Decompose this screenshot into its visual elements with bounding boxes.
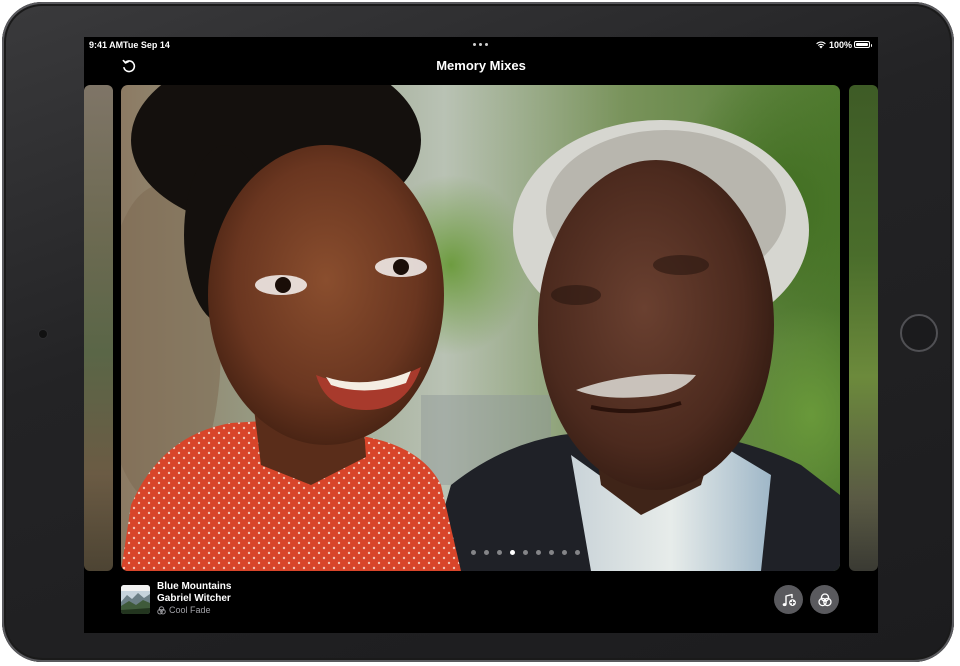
- music-button[interactable]: [774, 585, 803, 614]
- memory-looks-button[interactable]: [810, 585, 839, 614]
- page-dot[interactable]: [548, 550, 554, 555]
- memory-look: Cool Fade: [157, 605, 211, 615]
- page-dot[interactable]: [483, 550, 489, 555]
- page-dot[interactable]: [496, 550, 502, 555]
- song-title: Blue Mountains: [157, 581, 232, 592]
- screen: 9:41 AM Tue Sep 14 100% Memory Mixes Blu…: [84, 37, 878, 633]
- wifi-icon: [816, 41, 826, 49]
- ipad-device: 9:41 AM Tue Sep 14 100% Memory Mixes Blu…: [2, 2, 954, 662]
- page-dot[interactable]: [535, 550, 541, 555]
- home-button[interactable]: [900, 314, 938, 352]
- three-circles-filter-icon: [817, 592, 832, 606]
- memory-photo[interactable]: [121, 85, 840, 571]
- battery-icon: [854, 41, 872, 48]
- page-dot[interactable]: [574, 550, 580, 555]
- three-circles-filter-icon: [157, 605, 166, 614]
- page-dot[interactable]: [470, 550, 476, 555]
- previous-photo-card[interactable]: [84, 85, 113, 571]
- page-indicator[interactable]: [128, 550, 878, 558]
- next-photo-card[interactable]: [849, 85, 878, 571]
- look-name: Cool Fade: [169, 605, 211, 615]
- song-artist: Gabriel Witcher: [157, 593, 231, 604]
- page-dot[interactable]: [509, 550, 515, 555]
- battery-percentage: 100%: [829, 40, 853, 50]
- page-dot[interactable]: [561, 550, 567, 555]
- album-art[interactable]: [121, 585, 150, 614]
- status-date: Tue Sep 14: [123, 40, 170, 50]
- status-bar: 9:41 AM Tue Sep 14 100%: [84, 37, 878, 55]
- music-note-plus-icon: [782, 593, 796, 606]
- status-time: 9:41 AM: [89, 40, 124, 50]
- multitasking-dots[interactable]: [473, 41, 489, 47]
- page-dot[interactable]: [522, 550, 528, 555]
- front-camera: [39, 330, 47, 338]
- page-title: Memory Mixes: [436, 58, 526, 73]
